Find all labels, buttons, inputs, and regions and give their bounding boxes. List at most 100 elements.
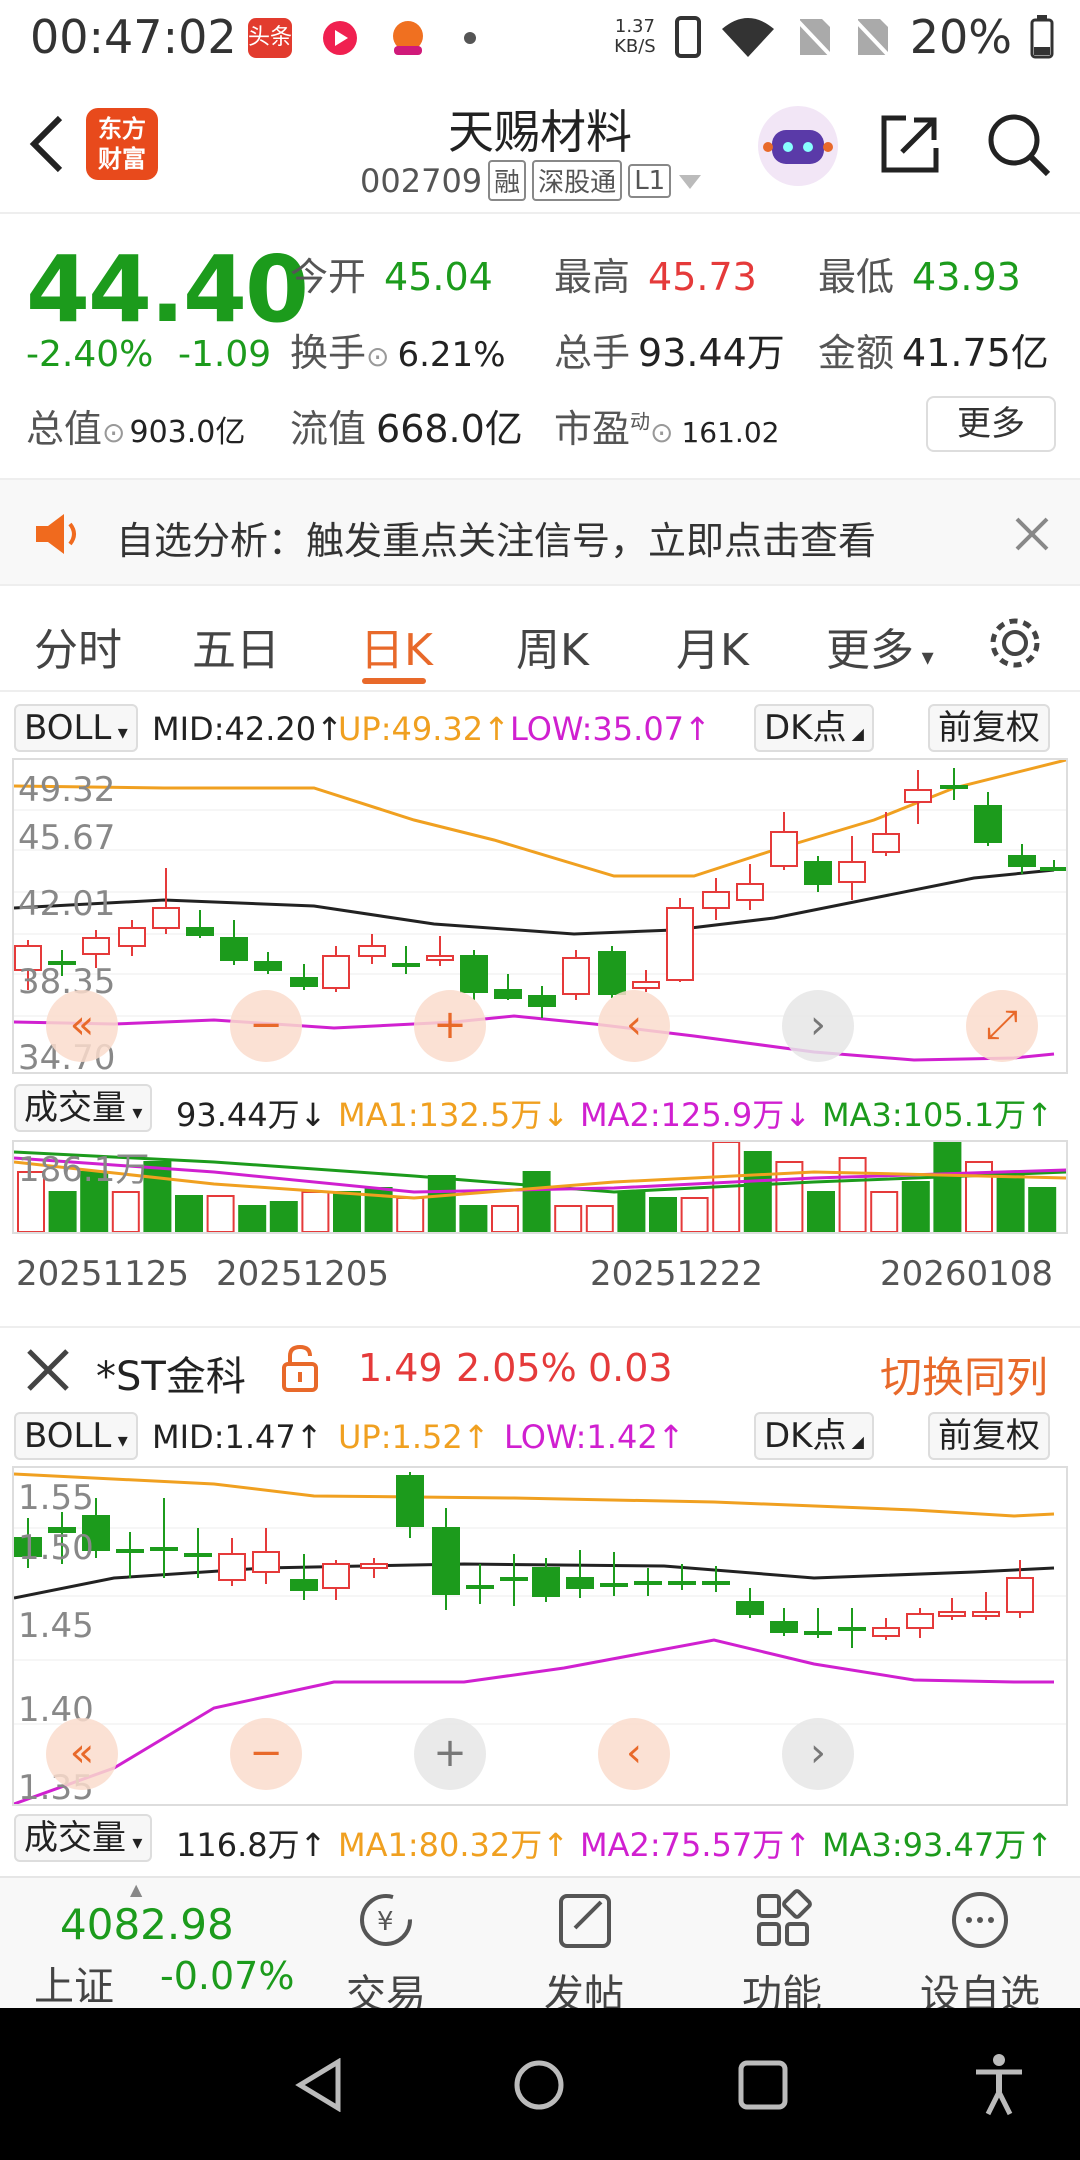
boll-up-line [13, 1472, 1055, 1518]
scroll-first-button[interactable]: « [46, 990, 118, 1062]
candle-body [252, 1551, 280, 1573]
volume-bar [301, 1191, 330, 1233]
boll-select[interactable]: BOLL ▾ [14, 704, 138, 752]
tab-more[interactable]: 更多 ▾ [826, 614, 934, 678]
dropdown-icon[interactable] [677, 171, 703, 191]
scroll-left-button-2[interactable]: ‹ [598, 1718, 670, 1790]
switch-button[interactable]: 切换同列 [880, 1344, 1048, 1405]
grid-icon [757, 1889, 812, 1946]
candle-body [186, 927, 214, 936]
zoom-out-button[interactable]: − [230, 990, 302, 1062]
boll-low-value-2: LOW:1.42↑ [504, 1418, 685, 1456]
tab-intraday[interactable]: 分时 [34, 614, 122, 678]
volume-bar [807, 1191, 835, 1233]
y-axis-label: 1.50 [18, 1528, 94, 1568]
nav-add-watchlist[interactable]: 设自选 [910, 1888, 1050, 2020]
date-label: 20251125 [16, 1254, 190, 1294]
candle-body [494, 989, 522, 999]
info-icon: ⊙ [102, 416, 126, 449]
candle-body [938, 1611, 966, 1617]
scroll-first-button-2[interactable]: « [46, 1718, 118, 1790]
date-label: 20251205 [216, 1254, 390, 1294]
volume-select-2[interactable]: 成交量 ▾ [14, 1814, 153, 1862]
lock-open-icon[interactable] [280, 1344, 320, 1392]
toutiao-icon: 头条 [248, 18, 292, 58]
info-icon: ⊙ [650, 416, 674, 449]
compare-price: 1.49 [358, 1346, 443, 1390]
more-button[interactable]: 更多 [926, 396, 1056, 452]
candle-body [1008, 855, 1036, 867]
home-nav-icon[interactable] [512, 2058, 566, 2112]
boll-up-line [13, 758, 1067, 878]
candle-body [804, 861, 832, 885]
tab-daily-k[interactable]: 日K [360, 614, 433, 678]
candle-body [322, 955, 350, 989]
zoom-in-button[interactable]: + [414, 990, 486, 1062]
tab-weekly-k[interactable]: 周K [516, 614, 589, 678]
volume-chart[interactable]: 186.1万 [12, 1140, 1068, 1234]
candle-body [220, 937, 248, 961]
dk-point-select-2[interactable]: DK点 ◢ [754, 1412, 874, 1460]
date-label: 20251222 [590, 1254, 764, 1294]
change-percent: -2.40% [26, 334, 154, 375]
ma2-value-2: MA2:75.57万↑ [580, 1826, 812, 1864]
scroll-left-button[interactable]: ‹ [598, 990, 670, 1062]
pe-cell: 市盈动⊙ 161.02 [554, 407, 780, 451]
close-compare-icon[interactable] [26, 1348, 70, 1392]
y-axis-label: 49.32 [18, 770, 116, 810]
index-pct[interactable]: -0.07% [160, 1954, 294, 1998]
battery-percent: 20% [909, 10, 1012, 64]
candle-body [116, 1549, 144, 1553]
volume-bar [933, 1141, 962, 1233]
tab-monthly-k[interactable]: 月K [676, 614, 749, 678]
candlestick-svg [13, 758, 1068, 1062]
candle-body [702, 891, 730, 909]
nav-trade[interactable]: ¥ 交易 [316, 1888, 456, 2020]
candle-body [500, 1577, 528, 1581]
ma2-value: MA2:125.9万↓ [580, 1096, 812, 1134]
scroll-right-button-2[interactable]: › [782, 1718, 854, 1790]
close-icon[interactable] [1014, 516, 1050, 552]
candle-body [940, 785, 968, 789]
compare-bar: *ST金科 1.49 2.05% 0.03 切换同列 [0, 1326, 1080, 1402]
candle-body [1006, 1577, 1034, 1613]
volume-bar [206, 1195, 235, 1233]
edit-icon [559, 1894, 611, 1948]
back-nav-icon[interactable] [294, 2058, 344, 2112]
candlestick-chart[interactable]: 49.32 45.67 42.01 38.35 34.70 « − + ‹ › … [12, 758, 1068, 1078]
nav-post[interactable]: 发帖 [514, 1888, 654, 2020]
adjust-select-2[interactable]: 前复权 [928, 1412, 1050, 1460]
y-axis-label: 1.55 [18, 1478, 94, 1518]
scroll-right-button[interactable]: › [782, 990, 854, 1062]
volume-bar [396, 1197, 425, 1233]
boll-up-value: UP:49.32↑ [338, 710, 510, 748]
fullscreen-button[interactable]: ⤢ [966, 990, 1038, 1062]
index-name[interactable]: 上证 [34, 1954, 114, 2012]
tab-five-day[interactable]: 五日 [192, 614, 280, 678]
nav-functions[interactable]: 功能 [712, 1888, 852, 2020]
gear-icon[interactable] [986, 614, 1044, 672]
compare-chg: 0.03 [588, 1346, 673, 1390]
accessibility-icon[interactable] [972, 2052, 1026, 2116]
volume-select[interactable]: 成交量 ▾ [14, 1084, 153, 1132]
candle-body [254, 961, 282, 971]
boll-select-2[interactable]: BOLL ▾ [14, 1412, 138, 1460]
index-value[interactable]: 4082.98 [60, 1900, 234, 1949]
volume-bar [522, 1171, 551, 1233]
volume-bar [269, 1201, 298, 1233]
robot-avatar-icon[interactable] [758, 106, 838, 186]
tag-level: L1 [628, 163, 672, 198]
adjust-select[interactable]: 前复权 [928, 704, 1050, 752]
notice-banner[interactable]: 自选分析：触发重点关注信号，立即点击查看 [0, 478, 1080, 586]
chart1-indicator-bar: BOLL ▾ MID:42.20↑ UP:49.32↑ LOW:35.07↑ D… [14, 704, 1074, 756]
compare-candlestick-chart[interactable]: 1.55 1.50 1.45 1.40 1.35 « − + ‹ › [12, 1466, 1068, 1808]
share-icon[interactable] [878, 112, 942, 176]
volume-bar [48, 1191, 77, 1233]
candle-body [566, 1577, 594, 1589]
quote-panel: 44.40 -2.40% -1.09 今开 45.04 最高 45.73 最低 43.… [0, 216, 1080, 476]
recents-nav-icon[interactable] [736, 2058, 790, 2112]
zoom-out-button-2[interactable]: − [230, 1718, 302, 1790]
search-icon[interactable] [986, 112, 1052, 178]
zoom-in-button-2[interactable]: + [414, 1718, 486, 1790]
dk-point-select[interactable]: DK点 ◢ [754, 704, 874, 752]
